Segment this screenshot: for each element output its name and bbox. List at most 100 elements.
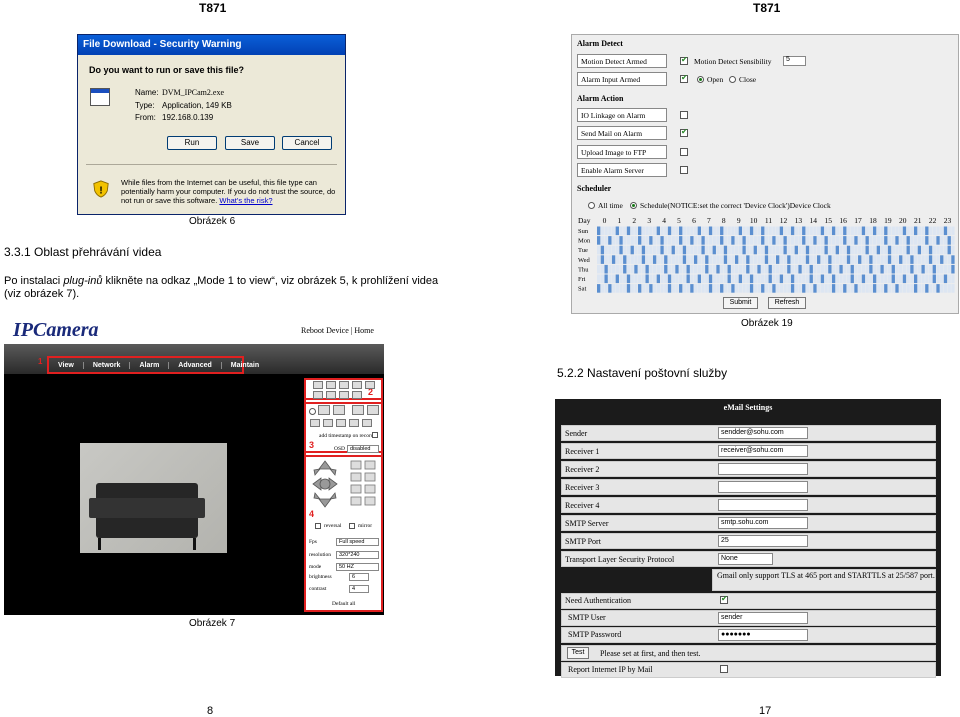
schedule-cell[interactable] <box>656 264 660 274</box>
schedule-cell[interactable] <box>887 226 892 236</box>
schedule-cell[interactable] <box>906 245 910 255</box>
schedule-cell[interactable] <box>723 264 728 274</box>
schedule-radio[interactable] <box>630 202 637 209</box>
schedule-cell[interactable] <box>623 245 627 255</box>
schedule-cell[interactable] <box>861 226 866 236</box>
schedule-cell[interactable] <box>895 255 899 264</box>
schedule-cell[interactable] <box>731 274 735 284</box>
receiver4-input[interactable] <box>718 499 808 511</box>
tls-select[interactable]: None <box>718 553 773 565</box>
schedule-cell[interactable] <box>611 255 616 264</box>
schedule-cell[interactable] <box>641 226 646 236</box>
schedule-cell[interactable] <box>790 274 795 284</box>
schedule-cell[interactable] <box>660 264 664 274</box>
schedule-cell[interactable] <box>611 226 616 236</box>
schedule-cell[interactable] <box>611 245 616 255</box>
schedule-cell[interactable] <box>798 274 802 284</box>
schedule-cell[interactable] <box>768 264 772 274</box>
schedule-cell[interactable] <box>876 226 881 236</box>
schedule-cell[interactable] <box>824 264 828 274</box>
schedule-cell[interactable] <box>667 245 672 255</box>
schedule-cell[interactable] <box>843 274 847 284</box>
schedule-cell[interactable] <box>809 226 813 236</box>
schedule-cell[interactable] <box>686 245 690 255</box>
schedule-cell[interactable] <box>895 245 899 255</box>
schedule-cell[interactable] <box>839 226 843 236</box>
schedule-cell[interactable] <box>645 226 649 236</box>
schedule-cell[interactable] <box>880 274 884 284</box>
schedule-cell[interactable] <box>943 264 948 274</box>
schedule-cell[interactable] <box>917 226 922 236</box>
schedule-cell[interactable] <box>854 226 858 236</box>
schedule-cell[interactable] <box>757 255 761 264</box>
schedule-cell[interactable] <box>723 226 728 236</box>
schedule-cell[interactable] <box>884 255 888 264</box>
schedule-cell[interactable] <box>772 264 776 274</box>
schedule-cell[interactable] <box>649 274 653 284</box>
schedule-cell[interactable] <box>921 274 925 284</box>
schedule-cell[interactable] <box>817 226 821 236</box>
schedule-cell[interactable] <box>861 255 866 264</box>
schedule-cell[interactable] <box>608 226 612 236</box>
schedule-cell[interactable] <box>790 226 795 236</box>
schedule-cell[interactable] <box>805 274 810 284</box>
schedule-cell[interactable] <box>925 284 929 293</box>
schedule-cell[interactable] <box>895 236 899 245</box>
schedule-cell[interactable] <box>738 236 743 245</box>
schedule-cell[interactable] <box>753 274 757 284</box>
schedule-cell[interactable] <box>902 226 907 236</box>
schedule-cell[interactable] <box>742 264 746 274</box>
schedule-cell[interactable] <box>679 236 683 245</box>
schedule-cell[interactable] <box>783 255 787 264</box>
schedule-cell[interactable] <box>604 274 608 284</box>
schedule-cell[interactable] <box>731 264 735 274</box>
schedule-cell[interactable] <box>776 255 780 264</box>
menu-view[interactable]: View <box>49 361 84 369</box>
schedule-cell[interactable] <box>656 255 660 264</box>
schedule-cell[interactable] <box>701 284 705 293</box>
schedule-cell[interactable] <box>720 226 724 236</box>
schedule-cell[interactable] <box>835 274 839 284</box>
schedule-cell[interactable] <box>802 274 806 284</box>
schedule-cell[interactable] <box>824 255 828 264</box>
schedule-cell[interactable] <box>794 274 798 284</box>
schedule-cell[interactable] <box>660 255 664 264</box>
need-auth-checkbox[interactable] <box>720 594 728 604</box>
test-button[interactable]: Test <box>567 647 589 659</box>
schedule-cell[interactable] <box>824 274 828 284</box>
schedule-cell[interactable] <box>626 245 631 255</box>
schedule-cell[interactable] <box>708 284 713 293</box>
schedule-cell[interactable] <box>742 226 746 236</box>
schedule-cell[interactable] <box>906 255 910 264</box>
schedule-cell[interactable] <box>906 274 910 284</box>
schedule-cell[interactable] <box>854 284 858 293</box>
schedule-cell[interactable] <box>813 264 817 274</box>
schedule-cell[interactable] <box>794 236 798 245</box>
schedule-cell[interactable] <box>600 236 605 245</box>
schedule-cell[interactable] <box>817 274 821 284</box>
schedule-cell[interactable] <box>634 284 638 293</box>
schedule-cell[interactable] <box>604 226 608 236</box>
schedule-cell[interactable] <box>615 236 619 245</box>
mirror-checkbox[interactable] <box>349 523 355 529</box>
schedule-cell[interactable] <box>828 255 832 264</box>
schedule-cell[interactable] <box>846 226 851 236</box>
schedule-cell[interactable] <box>682 274 687 284</box>
play-icon[interactable] <box>310 419 320 427</box>
schedule-cell[interactable] <box>615 255 619 264</box>
schedule-cell[interactable] <box>768 255 772 264</box>
schedule-cell[interactable] <box>872 226 877 236</box>
schedule-cell[interactable] <box>824 226 828 236</box>
schedule-cell[interactable] <box>846 264 851 274</box>
schedule-cell[interactable] <box>761 226 765 236</box>
schedule-cell[interactable] <box>753 245 757 255</box>
schedule-cell[interactable] <box>839 255 843 264</box>
schedule-cell[interactable] <box>727 274 731 284</box>
schedule-cell[interactable] <box>597 236 601 245</box>
schedule-cell[interactable] <box>913 274 918 284</box>
schedule-cell[interactable] <box>899 226 903 236</box>
schedule-cell[interactable] <box>880 284 884 293</box>
schedule-cell[interactable] <box>693 226 698 236</box>
schedule-cell[interactable] <box>783 245 787 255</box>
schedule-cell[interactable] <box>869 236 873 245</box>
